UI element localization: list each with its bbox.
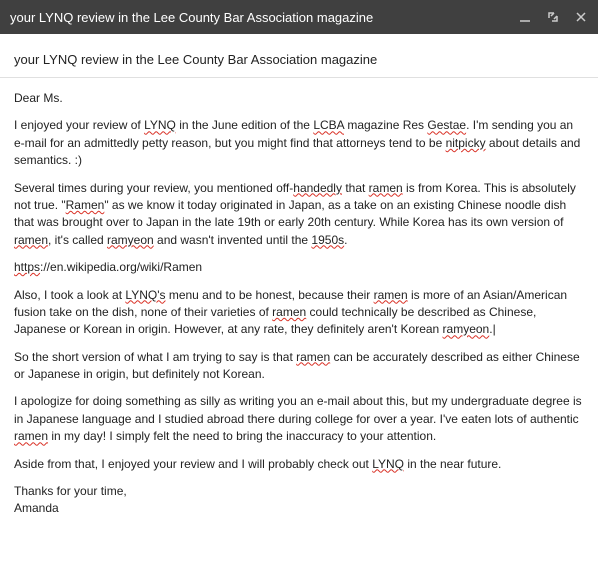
greeting: Dear Ms. <box>14 90 584 107</box>
spellcheck-word: LYNQ's <box>125 288 165 302</box>
subject-field[interactable]: your LYNQ review in the Lee County Bar A… <box>0 34 598 78</box>
spellcheck-word: LCBA <box>313 118 344 132</box>
spellcheck-word: 1950s <box>311 233 344 247</box>
spellcheck-word: ramen <box>14 429 48 443</box>
window-titlebar: your LYNQ review in the Lee County Bar A… <box>0 0 598 34</box>
spellcheck-word: handedly <box>293 181 342 195</box>
close-button[interactable] <box>574 10 588 24</box>
spellcheck-word: ramen <box>296 350 330 364</box>
paragraph-6: Aside from that, I enjoyed your review a… <box>14 456 584 473</box>
spellcheck-word: ramen <box>374 288 408 302</box>
paragraph-5: I apologize for doing something as silly… <box>14 393 584 445</box>
spellcheck-word: ramyeon <box>107 233 154 247</box>
paragraph-4: So the short version of what I am trying… <box>14 349 584 384</box>
spellcheck-word: ramen <box>369 181 403 195</box>
spellcheck-word: ramen <box>14 233 48 247</box>
spellcheck-word: LYNQ <box>144 118 176 132</box>
window-controls <box>518 10 588 24</box>
wiki-link: https://en.wikipedia.org/wiki/Ramen <box>14 259 584 276</box>
minimize-button[interactable] <box>518 10 532 24</box>
email-body[interactable]: Dear Ms. I enjoyed your review of LYNQ i… <box>0 78 598 540</box>
maximize-button[interactable] <box>546 10 560 24</box>
paragraph-2: Several times during your review, you me… <box>14 180 584 250</box>
spellcheck-word: ramen <box>272 305 306 319</box>
text-cursor <box>493 322 496 336</box>
spellcheck-word: Gestae <box>427 118 466 132</box>
spellcheck-word: Ramen <box>66 198 105 212</box>
spellcheck-word: LYNQ <box>372 457 404 471</box>
closing: Thanks for your time,Amanda <box>14 483 584 518</box>
spellcheck-word: ramyeon <box>443 322 490 336</box>
spellcheck-word: https <box>14 260 40 274</box>
paragraph-3: Also, I took a look at LYNQ's menu and t… <box>14 287 584 339</box>
paragraph-1: I enjoyed your review of LYNQ in the Jun… <box>14 117 584 169</box>
spellcheck-word: nitpicky <box>446 136 486 150</box>
window-title: your LYNQ review in the Lee County Bar A… <box>10 10 518 25</box>
